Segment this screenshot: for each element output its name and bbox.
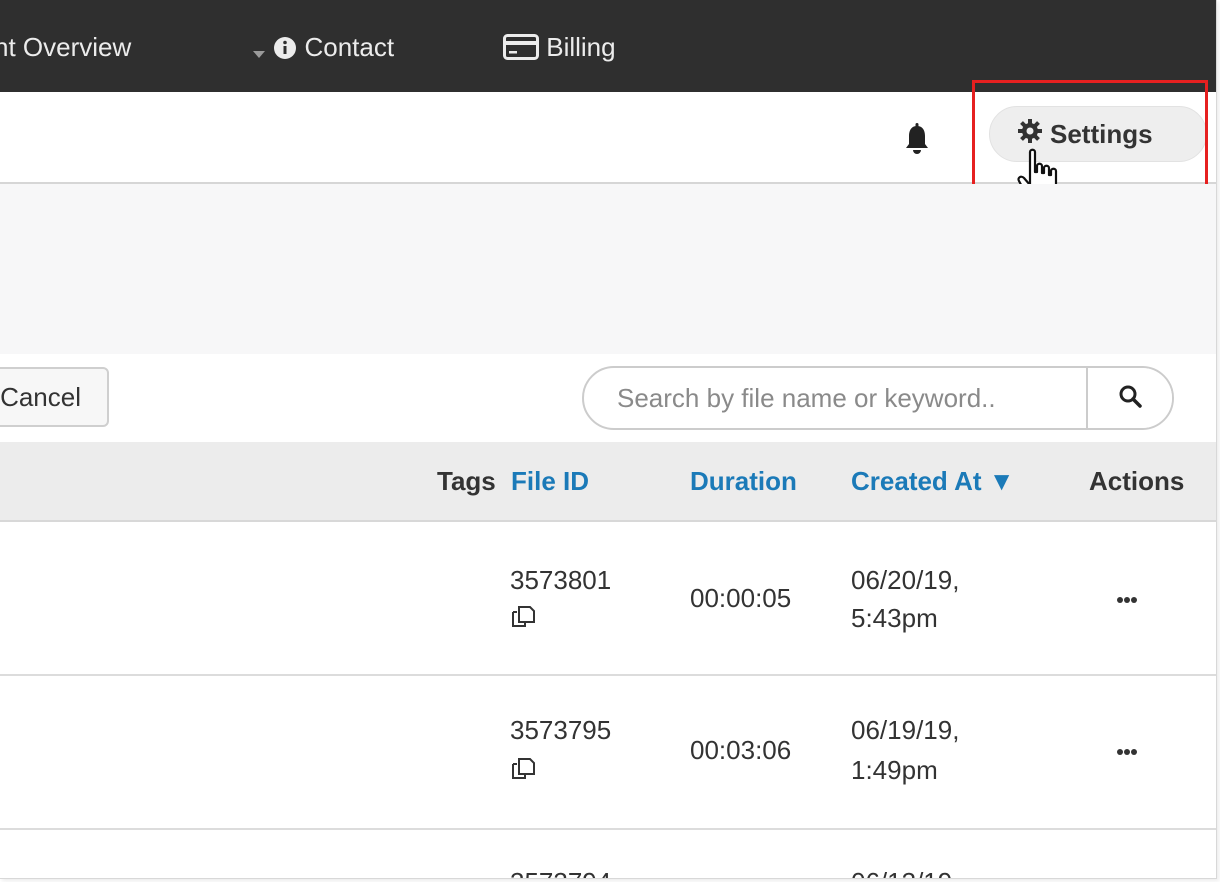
column-header-file-id[interactable]: File ID [511,466,589,496]
table-header: Tags File ID Duration Created At ▼ Actio… [0,442,1216,522]
cancel-button[interactable]: Cancel [0,367,109,427]
search-bar [582,366,1174,430]
column-header-created-at[interactable]: Created At ▼ [851,466,1014,496]
top-nav: nt Overview Contact Billing [0,0,1216,92]
file-id-cell: 3573795 [510,715,612,745]
info-circle-icon [273,32,304,62]
search-input[interactable] [584,368,1086,428]
gear-icon [1018,118,1050,150]
search-icon [1118,384,1142,413]
search-button[interactable] [1086,368,1172,428]
settings-label: Settings [1050,118,1153,149]
column-header-duration[interactable]: Duration [690,466,797,496]
table-row: 3573794 06/13/19, [0,830,1216,878]
table-row: 3573801 00:00:05 06/20/19, 5:43pm [0,522,1216,676]
duration-cell: 00:00:05 [690,583,792,613]
nav-item-label: Contact [304,32,395,62]
copy-icon[interactable] [510,604,536,630]
table-row: 3573795 00:03:06 06/19/19, 1:49pm [0,676,1216,830]
created-date-cell: 06/13/19, [851,864,959,878]
created-date-cell: 06/20/19, [851,565,960,595]
more-actions-icon[interactable] [1117,742,1147,762]
nav-item-contact[interactable]: Contact [252,30,394,64]
nav-item-label: Billing [546,32,616,62]
caret-down-icon [252,32,273,62]
copy-icon[interactable] [510,756,536,782]
settings-button[interactable]: Settings [989,106,1207,162]
more-actions-icon[interactable] [1117,590,1147,610]
duration-cell: 00:03:06 [690,735,792,765]
file-id-cell: 3573801 [510,565,612,595]
bell-icon[interactable] [905,123,929,155]
column-header-tags: Tags [437,466,496,496]
cancel-label: Cancel [0,381,81,412]
nav-item-label: nt Overview [0,32,132,62]
nav-item-billing[interactable]: Billing [503,30,616,64]
file-id-cell: 3573794 [510,864,611,878]
page-banner [0,184,1216,354]
created-date-cell: 06/19/19, [851,715,960,745]
nav-item-account-overview[interactable]: nt Overview [0,30,131,64]
app-frame: nt Overview Contact Billing Settings Can… [0,0,1217,879]
created-time-cell: 1:49pm [851,755,938,785]
column-header-actions: Actions [1089,466,1185,496]
created-time-cell: 5:43pm [851,603,938,633]
credit-card-icon [503,32,546,62]
